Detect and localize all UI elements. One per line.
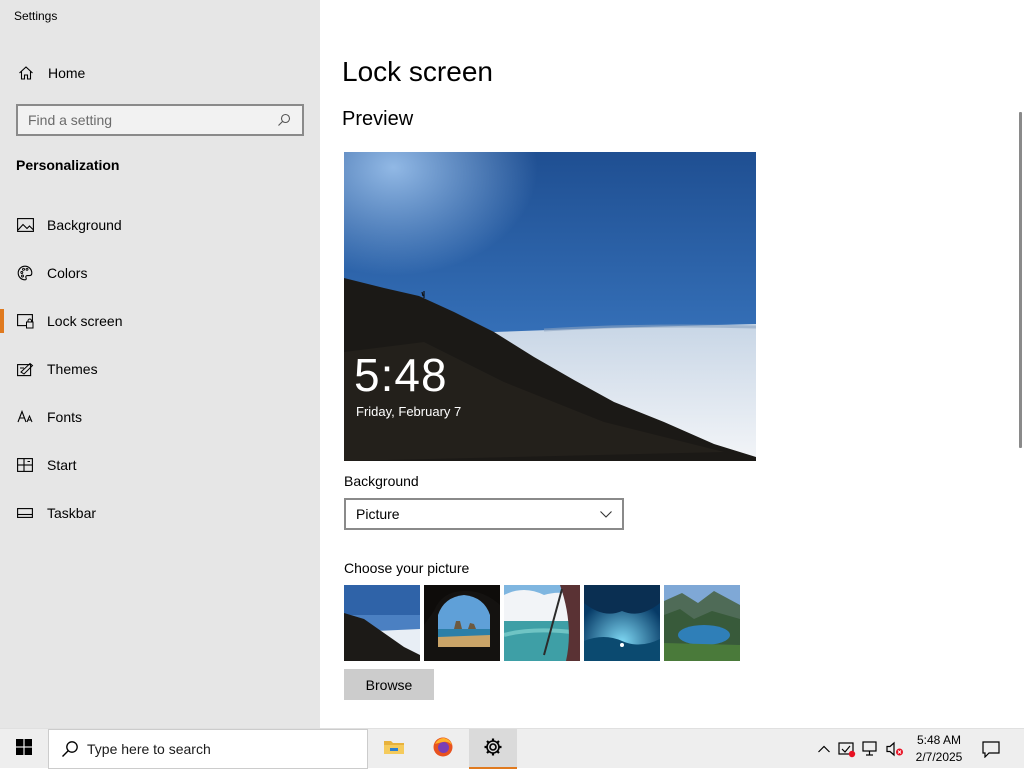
content-scrollbar[interactable] (1019, 112, 1022, 448)
find-setting-input[interactable] (18, 112, 272, 128)
picture-thumbnail-underwater-cave[interactable] (584, 585, 660, 661)
lock-screen-icon (16, 312, 34, 330)
settings-app[interactable] (469, 729, 517, 769)
notification-center-icon[interactable] (980, 739, 1002, 759)
browse-button[interactable]: Browse (344, 669, 434, 700)
palette-icon (16, 264, 34, 282)
firefox-icon (432, 736, 454, 763)
search-icon (61, 740, 79, 758)
lock-screen-time: 5:48 (354, 349, 448, 401)
sidebar-item-start[interactable]: Start (0, 441, 320, 489)
sidebar-item-label: Background (47, 217, 122, 233)
gear-icon (483, 737, 503, 762)
clock-date: 2/7/2025 (915, 750, 963, 764)
app-title: Settings (14, 9, 58, 23)
chevron-up-icon[interactable] (814, 739, 834, 759)
sidebar-item-label: Lock screen (47, 313, 123, 329)
lock-screen-preview: 5:48 Friday, February 7 (344, 152, 756, 461)
main-content: Lock screen Preview 5:48 Friday, Februar… (320, 0, 1024, 728)
personalization-nav: Background Colors Lock screen Themes Fon… (0, 201, 320, 537)
picture-thumbnail-mountain[interactable] (344, 585, 420, 661)
home-label: Home (48, 65, 86, 81)
clock-time: 5:48 AM (916, 733, 962, 747)
taskbar-search[interactable]: Type here to search (48, 729, 368, 769)
sidebar-item-label: Fonts (47, 409, 83, 425)
find-setting-search[interactable] (16, 104, 304, 136)
preview-heading: Preview (342, 108, 414, 130)
picture-icon (16, 216, 34, 234)
settings-window: Settings Home Personalization Background (0, 0, 1024, 728)
taskbar-icon (16, 504, 34, 522)
background-dropdown[interactable]: Picture (344, 498, 624, 530)
background-label: Background (344, 473, 419, 489)
security-alert-icon[interactable] (837, 739, 857, 759)
folder-icon (383, 738, 405, 761)
home-nav-item[interactable]: Home (0, 56, 320, 90)
sidebar-item-label: Themes (47, 361, 98, 377)
sidebar-item-themes[interactable]: Themes (0, 345, 320, 393)
sidebar-item-background[interactable]: Background (0, 201, 320, 249)
home-icon (17, 64, 35, 82)
sidebar-item-label: Colors (47, 265, 88, 281)
picture-thumbnail-cave-beach[interactable] (424, 585, 500, 661)
sidebar: Settings Home Personalization Background (0, 0, 320, 728)
file-explorer-app[interactable] (370, 729, 418, 769)
picture-thumbnail-airplane-ocean[interactable] (504, 585, 580, 661)
lock-screen-date: Friday, February 7 (356, 404, 462, 419)
background-dropdown-value: Picture (356, 506, 400, 522)
picture-thumbnails (344, 585, 740, 661)
taskbar: Type here to search 5:48 AM 2/7/2025 (0, 728, 1024, 769)
themes-icon (16, 360, 34, 378)
taskbar-search-placeholder: Type here to search (87, 741, 211, 757)
picture-thumbnail-mountain-lake[interactable] (664, 585, 740, 661)
sidebar-item-taskbar[interactable]: Taskbar (0, 489, 320, 537)
start-icon (16, 456, 34, 474)
firefox-app[interactable] (419, 729, 467, 769)
chevron-down-icon (600, 505, 612, 523)
network-icon[interactable] (861, 739, 881, 759)
page-title: Lock screen (342, 56, 493, 87)
sidebar-item-label: Start (47, 457, 77, 473)
sidebar-item-fonts[interactable]: Fonts (0, 393, 320, 441)
windows-logo-icon (16, 738, 32, 760)
volume-muted-icon[interactable] (885, 739, 905, 759)
sidebar-item-label: Taskbar (47, 505, 97, 521)
sidebar-item-lock-screen[interactable]: Lock screen (0, 297, 320, 345)
sidebar-item-colors[interactable]: Colors (0, 249, 320, 297)
choose-picture-label: Choose your picture (344, 560, 470, 576)
search-icon[interactable] (272, 108, 296, 132)
taskbar-clock[interactable]: 5:48 AM 2/7/2025 (904, 732, 974, 766)
fonts-icon (16, 408, 34, 426)
start-button[interactable] (0, 729, 48, 769)
section-title: Personalization (16, 157, 120, 173)
